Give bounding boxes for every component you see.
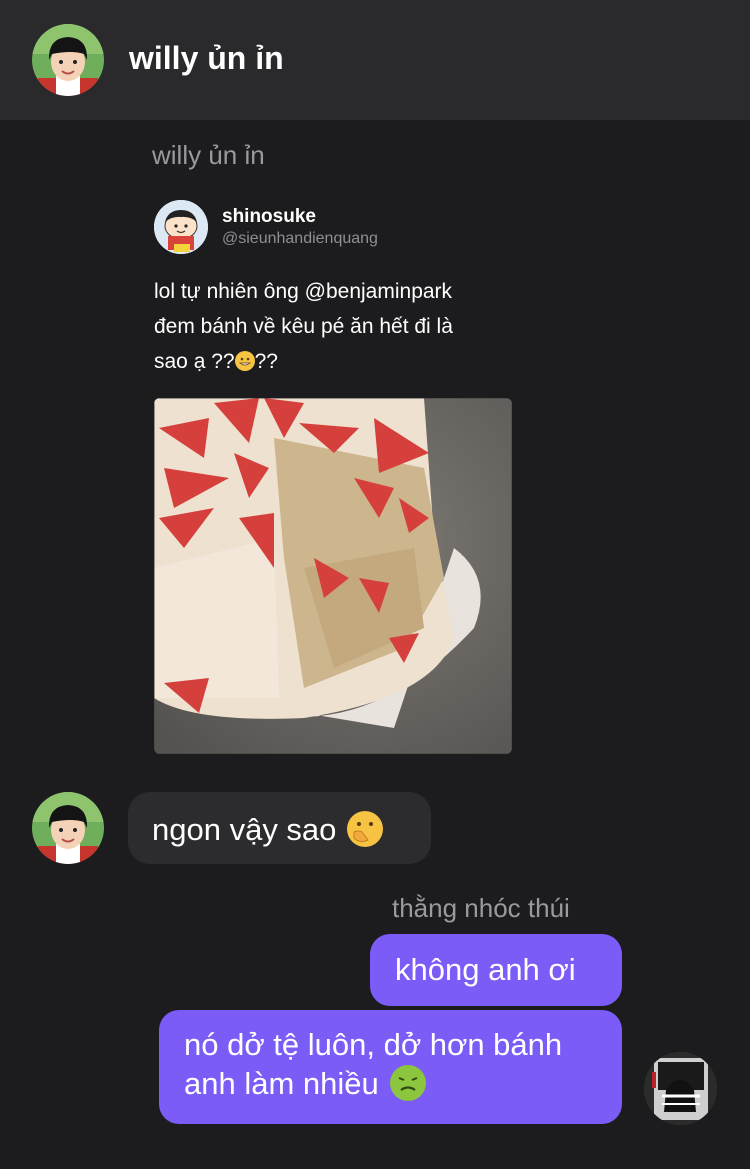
- outgoing-sender-name: thằng nhóc thúi: [392, 893, 570, 923]
- face-with-hand-over-mouth-icon: [346, 810, 384, 848]
- post-text-line: đem bánh về kêu pé ăn hết đi là: [154, 315, 453, 338]
- outgoing-message-text: nó dở tệ luôn, dở hơn bánh anh làm nhiều: [184, 1027, 563, 1101]
- post-text-fragment: sao ạ ??: [154, 350, 235, 373]
- user-avatar-icon[interactable]: [644, 1052, 717, 1125]
- nauseated-face-icon: [389, 1064, 427, 1102]
- kid-avatar-icon[interactable]: [32, 24, 104, 96]
- outgoing-message-text: không anh ơi: [395, 952, 576, 987]
- strawberry-cake-image[interactable]: [154, 398, 512, 754]
- chat-title: willy ủn ỉn: [129, 40, 284, 76]
- outgoing-message-bubble[interactable]: không anh ơi: [370, 934, 622, 1006]
- post-text-line: lol tự nhiên ông @benjaminpark: [154, 280, 453, 303]
- incoming-message: ngon vậy sao: [152, 810, 384, 848]
- post-text-line: sao ạ ????: [154, 344, 514, 379]
- shared-post-card[interactable]: shinosuke @sieunhandienquang lol tự nhiê…: [130, 180, 530, 770]
- chat-header: willy ủn ỉn: [0, 0, 750, 120]
- shinosuke-avatar-icon: [154, 200, 208, 254]
- post-text: lol tự nhiên ông @benjaminpark đem bánh …: [154, 274, 514, 379]
- post-text-fragment: ??: [254, 350, 278, 373]
- incoming-message-text: ngon vậy sao: [152, 812, 337, 847]
- kid-avatar-icon[interactable]: [32, 792, 104, 864]
- outgoing-message-bubble[interactable]: nó dở tệ luôn, dở hơn bánh anh làm nhiều: [159, 1010, 622, 1124]
- outgoing-message: nó dở tệ luôn, dở hơn bánh anh làm nhiều: [184, 1026, 614, 1103]
- post-author-handle: @sieunhandienquang: [222, 230, 378, 247]
- incoming-message-bubble[interactable]: ngon vậy sao: [128, 792, 431, 864]
- grinning-face-icon: [234, 351, 255, 371]
- post-author-name: shinosuke: [222, 206, 316, 227]
- sender-name: willy ủn ỉn: [152, 140, 265, 170]
